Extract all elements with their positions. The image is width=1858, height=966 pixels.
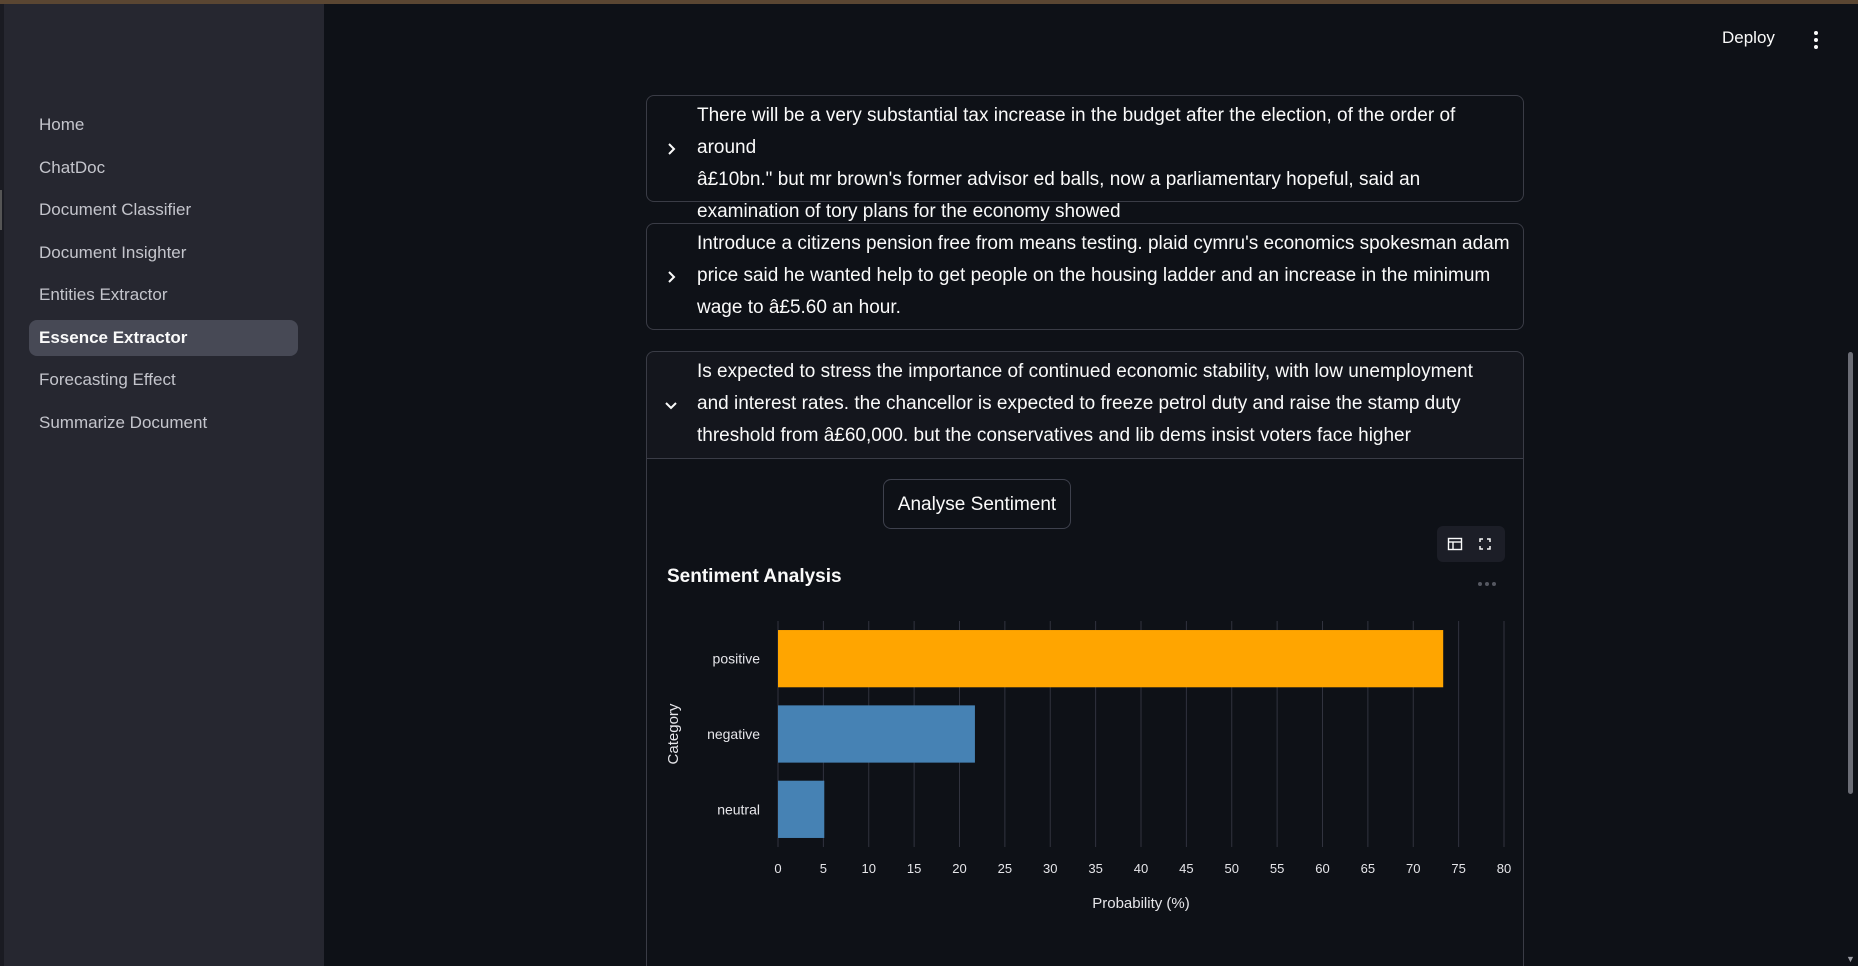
expander-line: price said he wanted help to get people … bbox=[697, 265, 1491, 286]
sidebar-item-essence-extractor[interactable]: Essence Extractor bbox=[29, 319, 298, 356]
x-tick-label: 65 bbox=[1361, 861, 1375, 876]
x-tick-label: 50 bbox=[1225, 861, 1239, 876]
sidebar-item-entities-extractor[interactable]: Entities Extractor bbox=[29, 277, 298, 313]
x-tick-label: 80 bbox=[1497, 861, 1511, 876]
expander-header-text: Is expected to stress the importance of … bbox=[697, 356, 1517, 452]
sidebar-item-home[interactable]: Home bbox=[29, 107, 298, 143]
expander-line: and interest rates. the chancellor is ex… bbox=[697, 393, 1461, 414]
scroll-down-arrow[interactable]: ▼ bbox=[1846, 954, 1855, 964]
x-tick-label: 60 bbox=[1315, 861, 1329, 876]
sidebar-item-document-insighter[interactable]: Document Insighter bbox=[29, 235, 298, 271]
x-tick-label: 55 bbox=[1270, 861, 1284, 876]
sidebar: Home ChatDoc Document Classifier Documen… bbox=[0, 4, 324, 966]
bar-neutral bbox=[778, 780, 825, 838]
sidebar-item-document-classifier[interactable]: Document Classifier bbox=[29, 192, 298, 228]
x-axis-label: Probability (%) bbox=[1092, 895, 1190, 912]
sentiment-chart: positive negative neutral 0 5 10 15 20 25 30 35 40 4… bbox=[665, 621, 1511, 912]
x-tick-label: 0 bbox=[774, 861, 781, 876]
x-tick-label: 25 bbox=[998, 861, 1012, 876]
expander-header-text: There will be a very substantial tax inc… bbox=[697, 100, 1517, 228]
chevron-down-icon bbox=[663, 397, 679, 413]
expander-line: Introduce a citizens pension free from m… bbox=[697, 233, 1510, 254]
sidebar-collapse-handle[interactable] bbox=[0, 190, 2, 230]
bar-positive bbox=[778, 630, 1444, 688]
sidebar-item-forecasting-effect[interactable]: Forecasting Effect bbox=[29, 362, 298, 398]
x-tick-label: 45 bbox=[1179, 861, 1193, 876]
category-label: positive bbox=[713, 651, 761, 667]
chevron-right-icon bbox=[663, 269, 679, 285]
x-tick-label: 5 bbox=[820, 861, 827, 876]
x-tick-label: 40 bbox=[1134, 861, 1148, 876]
table-icon[interactable] bbox=[1447, 536, 1463, 552]
expander-line: Is expected to stress the importance of … bbox=[697, 361, 1473, 382]
expander-line: wage to â£5.60 an hour. bbox=[697, 297, 901, 318]
expander-line: threshold from â£60,000. but the conserv… bbox=[697, 425, 1411, 446]
sidebar-item-chatdoc[interactable]: ChatDoc bbox=[29, 150, 298, 186]
deploy-button[interactable]: Deploy bbox=[1722, 28, 1775, 48]
x-tick-label: 35 bbox=[1088, 861, 1102, 876]
expander-line: â£10bn." but mr brown's former advisor e… bbox=[697, 169, 1421, 190]
expander-2[interactable]: Introduce a citizens pension free from m… bbox=[646, 223, 1524, 330]
sidebar-item-summarize-document[interactable]: Summarize Document bbox=[29, 405, 298, 441]
chart-toolbar bbox=[1437, 526, 1505, 562]
category-label: negative bbox=[707, 726, 760, 742]
fullscreen-icon[interactable] bbox=[1477, 536, 1493, 552]
expander-3[interactable]: Is expected to stress the importance of … bbox=[646, 351, 1524, 459]
x-tick-label: 30 bbox=[1043, 861, 1057, 876]
y-axis-label: Category bbox=[665, 703, 682, 764]
analyse-sentiment-button[interactable]: Analyse Sentiment bbox=[883, 479, 1071, 529]
sidebar-edge bbox=[0, 4, 4, 966]
expander-header-text: Introduce a citizens pension free from m… bbox=[697, 228, 1517, 324]
category-label: neutral bbox=[717, 801, 760, 817]
chevron-right-icon bbox=[663, 141, 679, 157]
x-tick-label: 15 bbox=[907, 861, 921, 876]
bar-negative bbox=[778, 705, 975, 763]
x-tick-label: 70 bbox=[1406, 861, 1420, 876]
x-tick-label: 10 bbox=[862, 861, 876, 876]
vertical-dots-icon[interactable] bbox=[1812, 31, 1820, 53]
scrollbar[interactable] bbox=[1848, 352, 1853, 794]
more-horizontal-icon[interactable] bbox=[1478, 582, 1500, 588]
expander-1[interactable]: There will be a very substantial tax inc… bbox=[646, 95, 1524, 222]
x-tick-label: 75 bbox=[1451, 861, 1465, 876]
x-tick-label: 20 bbox=[952, 861, 966, 876]
chart-title: Sentiment Analysis bbox=[667, 566, 842, 587]
expander-line: There will be a very substantial tax inc… bbox=[697, 105, 1456, 158]
